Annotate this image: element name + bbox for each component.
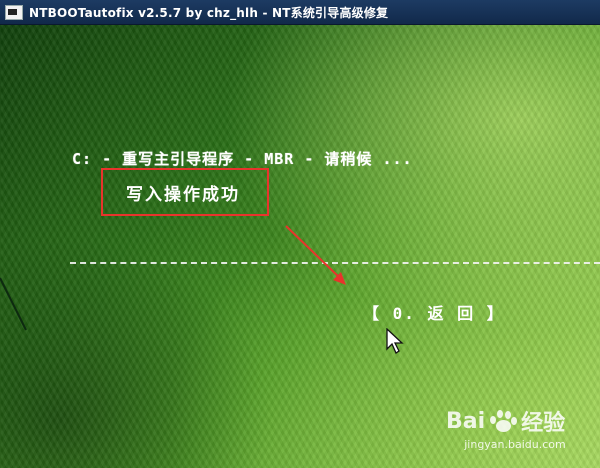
console-screen: NTBOOTautofix v2.5.7 by chz_hlh - NT系统引导… (0, 0, 600, 468)
arrow-head (333, 272, 346, 285)
watermark-url: jingyan.baidu.com (464, 438, 566, 451)
paw-icon (488, 409, 518, 433)
screen-texture (0, 0, 600, 468)
baidu-jingyan-watermark: Bai 经验 jingyan.baidu.com (440, 404, 590, 460)
watermark-brand-right: 经验 (521, 411, 566, 436)
dashed-separator (70, 262, 600, 264)
window-titlebar[interactable]: NTBOOTautofix v2.5.7 by chz_hlh - NT系统引导… (0, 0, 600, 25)
write-success-message: 写入操作成功 (126, 185, 240, 205)
mouse-pointer-icon (386, 328, 404, 354)
watermark-brand-left: Bai (446, 408, 486, 434)
window-title: NTBOOTautofix v2.5.7 by chz_hlh - NT系统引导… (29, 5, 389, 20)
return-menu-option[interactable]: 【 0. 返 回 】 (363, 300, 505, 324)
edge-cable (0, 277, 27, 331)
annotation-arrow (285, 225, 346, 285)
watermark-logo: Bai 经验 (446, 406, 590, 437)
mbr-status-line: C: - 重写主引导程序 - MBR - 请稍候 ... (72, 150, 413, 168)
console-app-icon (5, 4, 23, 20)
arrow-line (285, 225, 343, 281)
